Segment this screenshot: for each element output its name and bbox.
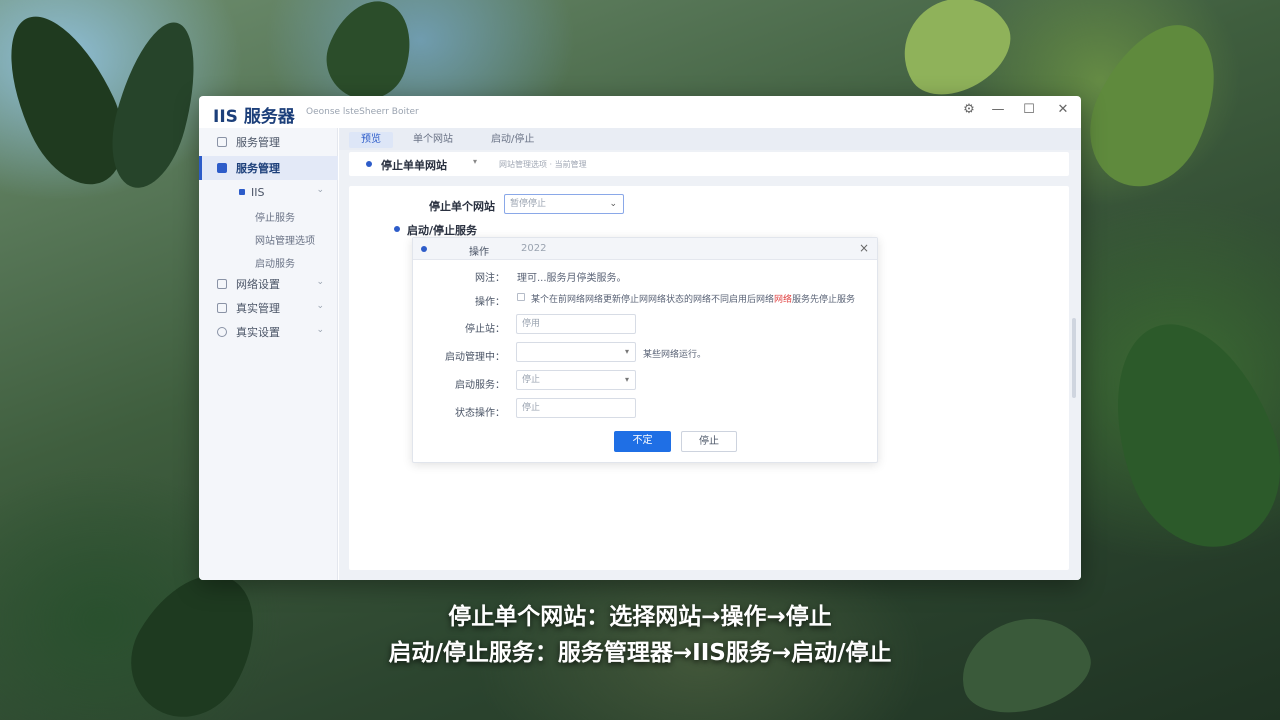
action-text-a: 某个在前网络网络更新停止网网络状态的网络不同启用后网络 [531,295,775,305]
main-area: 预览 单个网站 启动/停止 停止单单网站 ▾ 网站管理选项 · 当前管理 停止单… [339,128,1081,580]
chevron-down-icon[interactable]: ▾ [473,157,477,166]
chevron-down-icon: ⌄ [316,301,324,311]
iis-icon [239,189,245,195]
close-icon[interactable]: ✕ [1053,102,1073,117]
confirm-button[interactable]: 不定 [614,431,671,452]
chevron-down-icon: ▾ [624,347,629,356]
sidebar-item-real-management[interactable]: 真实管理 ⌄ [199,296,338,320]
checklist-icon [217,303,227,313]
sidebar-item-label: 网络设置 [236,278,280,291]
start-stop-heading: 启动/停止服务 [407,224,478,237]
minimize-icon[interactable]: — [988,102,1008,117]
gear-icon [217,327,227,337]
stop-site-label: 停止单个网站 [429,200,495,213]
iis-manager-window: IIS 服务器 Oeonse lsteSheerr Boiter ⚙ — ☐ ✕… [199,96,1081,580]
dialog-title: 操作 [469,247,489,258]
tab-preview[interactable]: 预览 [349,132,393,148]
content-panel: 停止单个网站 暂停停止 ⌄ 启动/停止服务 操作 2022 × 网注： 理可..… [349,186,1069,570]
manager-hint: 某些网络运行。 [643,350,707,360]
chevron-down-icon: ⌄ [316,325,324,335]
action-text-highlight: 网络 [774,295,793,305]
action-text: 某个在前网络网络更新停止网网络状态的网络不同启用后网络网络服务先停止服务 [531,292,855,305]
service-icon [217,137,227,147]
manager-select[interactable]: ▾ [516,342,636,362]
operation-dialog: 操作 2022 × 网注： 理可...服务月停类服务。 操作： 某个在前网络网络… [412,237,878,463]
sidebar: 服务管理 服务管理 IIS ⌄ 停止服务 网站管理选项 启动服务 网络设置 ⌄ … [199,128,338,580]
caption-line-1: 停止单个网站：选择网站→操作→停止 [448,604,832,630]
sidebar-item-label: 真实管理 [236,302,280,315]
breadcrumb-title[interactable]: 停止单单网站 [381,157,447,173]
note-label: 网注： [475,273,505,284]
start-select-value: 停止 [522,375,541,385]
status-field[interactable]: 停止 [516,398,636,418]
start-label: 启动服务： [455,380,505,391]
sidebar-item-label: IIS [251,185,265,199]
bullet-icon [421,246,427,252]
service-icon [217,163,227,173]
manager-label: 启动管理中： [445,352,505,363]
caption-line-2: 启动/停止服务：服务管理器→IIS服务→启动/停止 [388,640,892,666]
chevron-down-icon: ⌄ [316,185,324,195]
tab-bar: 预览 单个网站 启动/停止 [339,128,1081,150]
breadcrumb-hint: 网站管理选项 · 当前管理 [499,160,587,169]
background-leaf [1085,301,1280,569]
tab-start-stop[interactable]: 启动/停止 [479,132,546,148]
action-text-b: 服务先停止服务 [792,295,856,305]
sidebar-subitem-site-options[interactable]: 网站管理选项 [255,232,315,247]
action-label: 操作： [475,297,505,308]
chevron-down-icon: ⌄ [316,277,324,287]
chevron-down-icon: ⌄ [609,199,617,209]
sidebar-item-iis[interactable]: IIS ⌄ [199,180,338,204]
bullet-icon [394,226,400,232]
background-leaf [315,0,425,111]
settings-icon[interactable]: ⚙ [959,102,979,117]
tab-single-site[interactable]: 单个网站 [401,132,465,148]
chevron-down-icon: ▾ [624,375,629,384]
background-leaf [884,0,1026,112]
action-checkbox[interactable] [517,293,525,301]
sidebar-item-service-management[interactable]: 服务管理 [199,130,338,154]
breadcrumb: 停止单单网站 ▾ 网站管理选项 · 当前管理 [349,152,1069,176]
network-icon [217,279,227,289]
bullet-icon [366,161,372,167]
dialog-title-value: 2022 [521,243,547,254]
maximize-icon[interactable]: ☐ [1019,102,1039,117]
scrollbar[interactable] [1072,318,1076,398]
stop-site-select-value: 暂停停止 [510,199,547,209]
note-text: 理可...服务月停类服务。 [517,273,627,284]
sidebar-item-service-management-active[interactable]: 服务管理 [199,156,338,180]
title-bar: IIS 服务器 Oeonse lsteSheerr Boiter ⚙ — ☐ ✕ [199,96,1081,128]
start-select[interactable]: 停止 ▾ [516,370,636,390]
site-field[interactable]: 停用 [516,314,636,334]
app-title: IIS 服务器 [213,107,295,127]
sidebar-item-label: 服务管理 [236,136,280,149]
app-subtitle: Oeonse lsteSheerr Boiter [306,107,419,117]
site-label: 停止站： [465,324,505,335]
sidebar-item-label: 服务管理 [236,162,280,175]
stop-button[interactable]: 停止 [681,431,737,452]
dialog-header: 操作 2022 × [413,238,877,260]
sidebar-item-network-settings[interactable]: 网络设置 ⌄ [199,272,338,296]
sidebar-item-label: 真实设置 [236,326,280,339]
stop-site-select[interactable]: 暂停停止 ⌄ [504,194,624,214]
sidebar-subitem-stop-service[interactable]: 停止服务 [255,209,295,224]
sidebar-subitem-start-service[interactable]: 启动服务 [255,255,295,270]
background-leaf [1069,4,1241,206]
close-icon[interactable]: × [859,241,869,255]
sidebar-item-real-settings[interactable]: 真实设置 ⌄ [199,320,338,344]
status-label: 状态操作： [455,408,505,419]
